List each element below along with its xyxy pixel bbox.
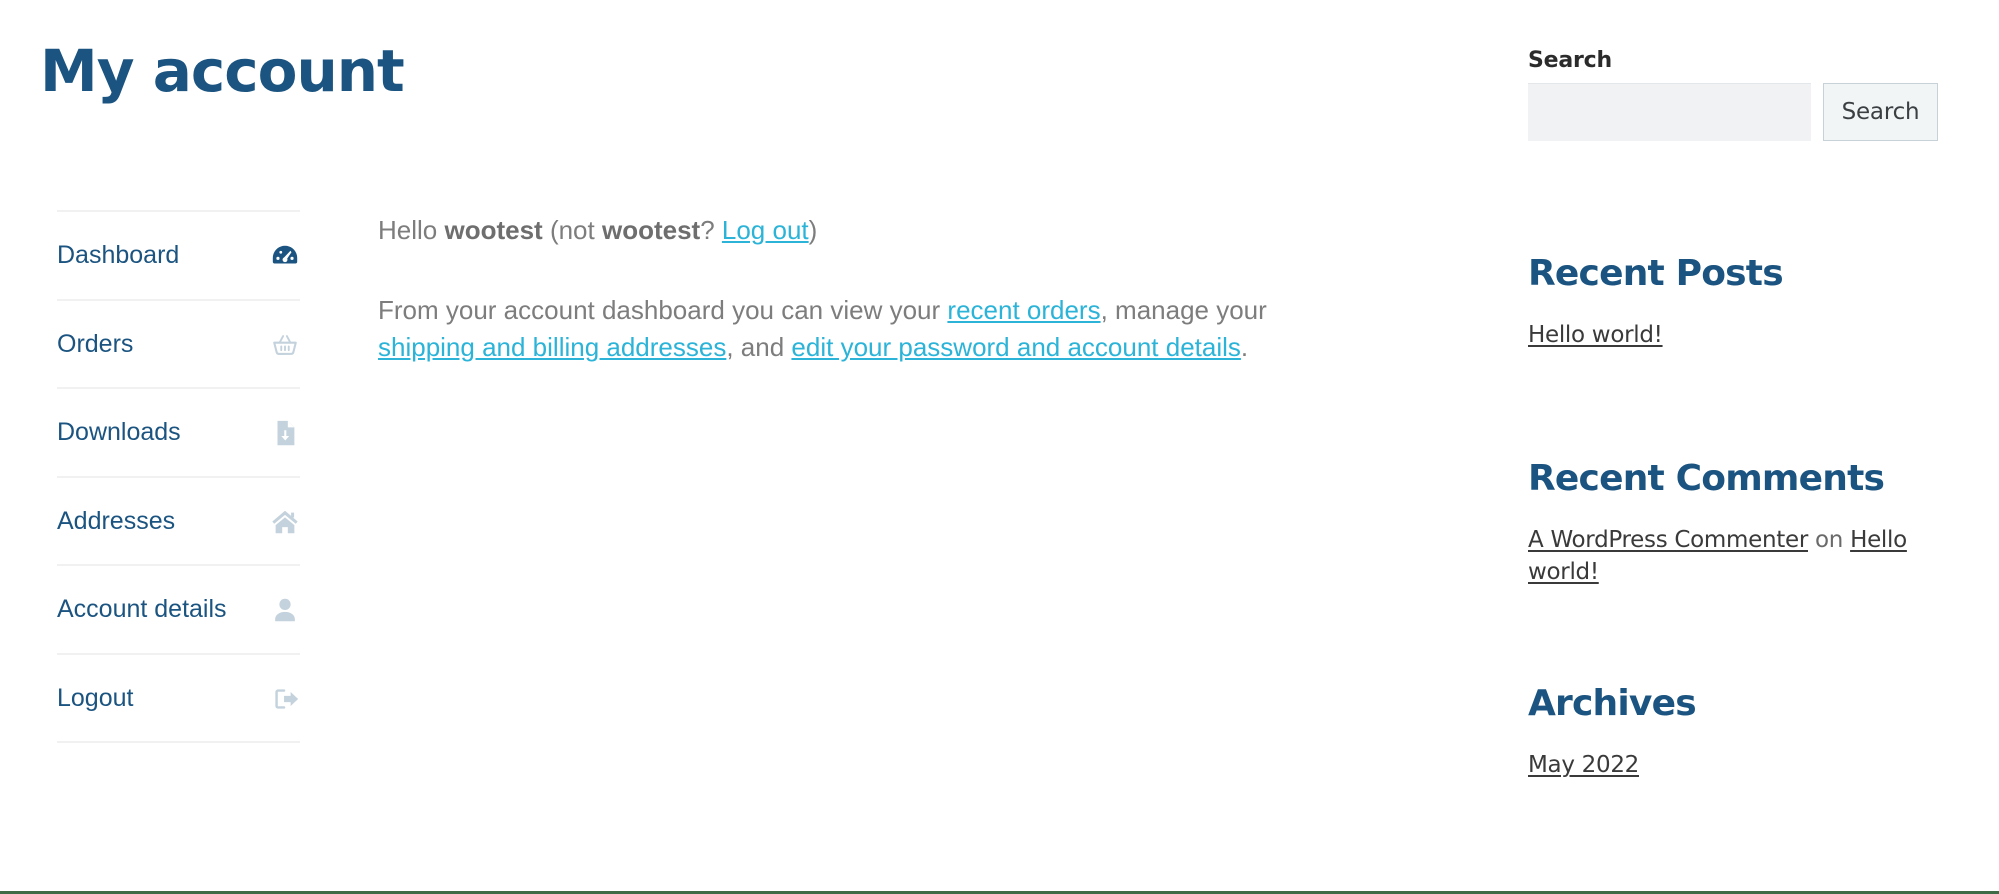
right-sidebar: Search Search Recent Posts Hello world! …	[1528, 48, 1938, 778]
list-item: May 2022	[1528, 750, 1938, 781]
sidebar-item-account-details[interactable]: Account details	[57, 564, 300, 653]
search-form: Search	[1528, 83, 1938, 141]
comment-author-link[interactable]: A WordPress Commenter	[1528, 527, 1808, 553]
dashboard-gauge-icon	[270, 241, 300, 271]
archives-list: May 2022	[1528, 750, 1938, 781]
archive-month-link[interactable]: May 2022	[1528, 752, 1639, 778]
intro-text-4: .	[1240, 331, 1249, 362]
my-account-page: My account Dashboard Orders Downloads Ad…	[0, 0, 1999, 894]
recent-post-link[interactable]: Hello world!	[1528, 322, 1663, 348]
shipping-billing-addresses-link[interactable]: shipping and billing addresses	[378, 332, 726, 362]
home-icon	[270, 507, 300, 537]
list-item: A WordPress Commenter on Hello world!	[1528, 525, 1938, 588]
sidebar-item-label: Dashboard	[57, 241, 180, 269]
intro-text-2: , manage your	[1100, 294, 1267, 325]
recent-orders-link[interactable]: recent orders	[947, 295, 1100, 325]
page-title: My account	[40, 37, 405, 105]
greeting-not-prefix: (not	[542, 215, 602, 245]
recent-comments-list: A WordPress Commenter on Hello world!	[1528, 525, 1938, 588]
search-button[interactable]: Search	[1823, 83, 1938, 141]
sidebar-item-label: Orders	[57, 329, 134, 358]
account-navigation: Dashboard Orders Downloads Addresses Acc…	[57, 210, 300, 743]
edit-password-account-details-link[interactable]: edit your password and account details	[791, 332, 1241, 362]
sidebar-item-downloads[interactable]: Downloads	[57, 387, 300, 476]
greeting-paragraph: Hello wootest (not wootest? Log out)	[378, 212, 1368, 249]
sidebar-item-label: Account details	[57, 595, 227, 623]
recent-comments-title: Recent Comments	[1528, 458, 1885, 499]
sign-out-icon	[270, 684, 300, 714]
search-input[interactable]	[1528, 83, 1811, 141]
intro-text-3: , and	[726, 331, 792, 362]
greeting-close: )	[808, 215, 818, 245]
sidebar-item-label: Logout	[57, 683, 134, 712]
log-out-link[interactable]: Log out	[722, 215, 809, 245]
sidebar-item-label: Addresses	[57, 506, 176, 535]
recent-comments-widget: Recent Comments A WordPress Commenter on…	[1528, 458, 1938, 594]
archives-title: Archives	[1528, 683, 1697, 724]
download-file-icon	[270, 418, 300, 448]
shopping-basket-icon	[270, 330, 300, 360]
recent-posts-title: Recent Posts	[1528, 253, 1784, 294]
sidebar-item-orders[interactable]: Orders	[57, 298, 300, 388]
list-item: Hello world!	[1528, 320, 1938, 351]
greeting-not-username: wootest	[601, 215, 701, 245]
comment-separator: on	[1808, 527, 1851, 554]
sidebar-item-dashboard[interactable]: Dashboard	[57, 210, 300, 299]
greeting-question: ?	[700, 215, 722, 245]
recent-posts-widget: Recent Posts Hello world!	[1528, 253, 1938, 358]
sidebar-item-label: Downloads	[57, 418, 181, 446]
account-dashboard-content: Hello wootest (not wootest? Log out) Fro…	[378, 212, 1368, 366]
user-icon	[270, 595, 300, 625]
sidebar-item-addresses[interactable]: Addresses	[57, 475, 300, 565]
intro-text-1: From your account dashboard you can view…	[378, 294, 948, 325]
search-label: Search	[1528, 48, 1612, 73]
greeting-username: wootest	[444, 215, 543, 245]
recent-posts-list: Hello world!	[1528, 320, 1938, 351]
greeting-hello: Hello	[378, 215, 445, 245]
sidebar-item-logout[interactable]: Logout	[57, 652, 300, 743]
intro-paragraph: From your account dashboard you can view…	[378, 292, 1368, 366]
search-widget: Search Search	[1528, 48, 1938, 141]
archives-widget: Archives May 2022	[1528, 683, 1938, 788]
